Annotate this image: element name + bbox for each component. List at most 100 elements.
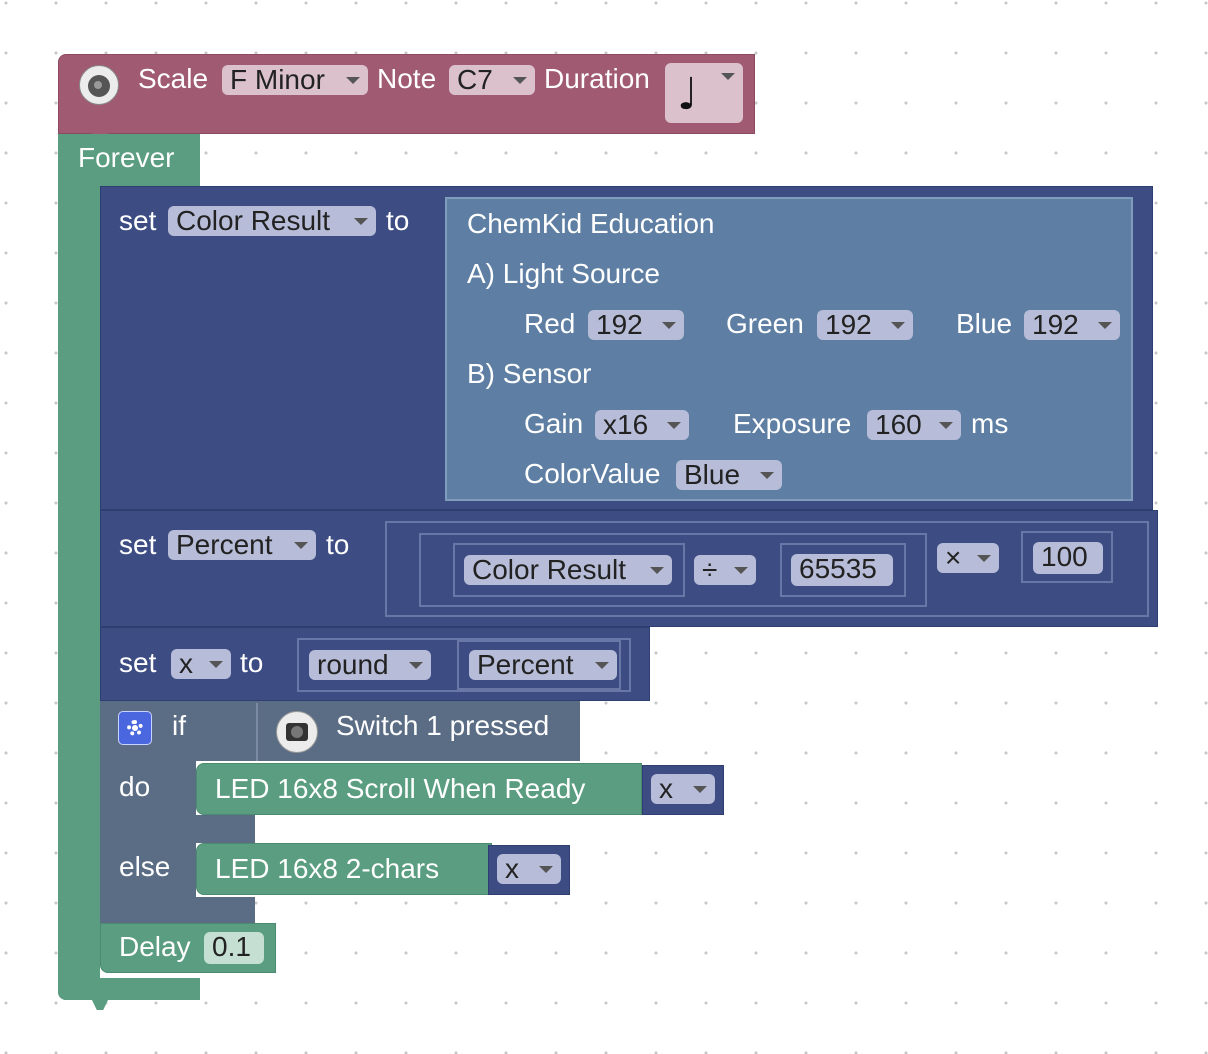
exposure-value: 160	[875, 409, 922, 440]
led-2chars-block[interactable]: LED 16x8 2-chars	[196, 843, 492, 895]
led-2chars-label: LED 16x8 2-chars	[215, 853, 440, 884]
green-dropdown[interactable]: 192	[817, 310, 913, 340]
operand-variable: Color Result	[472, 554, 627, 585]
chevron-down-icon	[693, 786, 707, 793]
colorvalue-value: Blue	[684, 459, 741, 490]
variable-dropdown[interactable]: Color Result	[168, 206, 376, 236]
chevron-down-icon	[939, 422, 953, 429]
do-label: do	[119, 771, 151, 802]
set-color-result-block[interactable]: set Color Result to ChemKid Education A)…	[100, 186, 1153, 510]
red-dropdown[interactable]: 192	[588, 310, 684, 340]
chemkid-title: ChemKid Education	[467, 208, 715, 239]
gain-dropdown[interactable]: x16	[595, 410, 689, 440]
variable-name: Percent	[176, 529, 273, 560]
chevron-down-icon	[650, 567, 664, 574]
scale-label: Scale	[138, 63, 209, 94]
forever-label: Forever	[78, 142, 175, 173]
gear-icon[interactable]	[118, 711, 152, 745]
operand-variable-dropdown[interactable]: Color Result	[464, 555, 672, 585]
gain-label: Gain	[524, 408, 584, 439]
divisor-field[interactable]: 65535	[791, 554, 893, 586]
to-label: to	[240, 647, 264, 678]
play-tone-block[interactable]: Scale F Minor Note C7 Duration ♩	[58, 54, 755, 134]
to-label: to	[386, 205, 410, 236]
blue-label: Blue	[956, 308, 1013, 339]
delay-block[interactable]: Delay 0.1	[100, 923, 276, 973]
chevron-down-icon	[595, 662, 609, 669]
multiplier-field[interactable]: 100	[1033, 542, 1103, 574]
chevron-down-icon	[760, 472, 774, 479]
exposure-dropdown[interactable]: 160	[867, 410, 961, 440]
to-label: to	[326, 529, 350, 560]
set-percent-block[interactable]: set Percent to Color Result ÷ 65535 × 10…	[100, 510, 1158, 627]
round-argument-dropdown[interactable]: Percent	[469, 650, 617, 680]
blue-value: 192	[1032, 309, 1079, 340]
scroll-variable: x	[659, 773, 673, 804]
gain-value: x16	[603, 409, 649, 440]
chevron-down-icon	[977, 555, 991, 562]
connector-tab	[92, 1000, 108, 1010]
else-label: else	[119, 851, 171, 882]
ms-label: ms	[971, 408, 1009, 439]
variable-name: x	[179, 648, 193, 679]
set-label: set	[119, 205, 157, 236]
exposure-label: Exposure	[733, 408, 852, 439]
buzzer-icon	[79, 65, 119, 105]
green-label: Green	[726, 308, 804, 339]
led-scroll-argument[interactable]: x	[642, 765, 724, 815]
note-label: Note	[377, 63, 437, 94]
note-value: C7	[457, 64, 493, 95]
blue-dropdown[interactable]: 192	[1024, 310, 1120, 340]
chevron-down-icon	[354, 218, 368, 225]
variable-dropdown[interactable]: x	[171, 649, 231, 679]
multiply-operator-dropdown[interactable]: ×	[937, 543, 999, 573]
colorvalue-dropdown[interactable]: Blue	[676, 460, 782, 490]
chevron-down-icon	[209, 661, 223, 668]
variable-dropdown[interactable]: Percent	[168, 530, 316, 560]
if-label: if	[172, 710, 186, 741]
red-value: 192	[596, 309, 643, 340]
led-scroll-block[interactable]: LED 16x8 Scroll When Ready	[196, 763, 642, 815]
chevron-down-icon	[662, 322, 676, 329]
divisor-value: 65535	[799, 553, 877, 584]
round-function-dropdown[interactable]: round	[309, 650, 431, 680]
scroll-variable-dropdown[interactable]: x	[651, 774, 715, 804]
divide-operator-dropdown[interactable]: ÷	[694, 555, 756, 585]
chevron-down-icon	[891, 322, 905, 329]
chars-variable: x	[505, 853, 519, 884]
set-label: set	[119, 529, 157, 560]
divide-operator: ÷	[702, 554, 718, 585]
delay-label: Delay	[119, 931, 191, 962]
light-source-heading: A) Light Source	[467, 258, 660, 289]
chevron-down-icon	[721, 73, 735, 80]
chevron-down-icon	[409, 662, 423, 669]
set-label: set	[119, 647, 157, 678]
sensor-heading: B) Sensor	[467, 358, 592, 389]
round-argument: Percent	[477, 649, 574, 680]
set-x-block[interactable]: set x to round Percent	[100, 627, 650, 701]
delay-value-field[interactable]: 0.1	[204, 932, 264, 964]
green-value: 192	[825, 309, 872, 340]
chars-variable-dropdown[interactable]: x	[497, 854, 561, 884]
delay-value: 0.1	[212, 931, 251, 962]
round-function: round	[317, 649, 389, 680]
chevron-down-icon	[667, 422, 681, 429]
chevron-down-icon	[734, 567, 748, 574]
duration-dropdown[interactable]: ♩	[665, 63, 743, 123]
chemkid-color-sensor-block[interactable]: ChemKid Education A) Light Source Red 19…	[445, 197, 1133, 501]
variable-name: Color Result	[176, 205, 331, 236]
chevron-down-icon	[513, 77, 527, 84]
chevron-down-icon	[539, 866, 553, 873]
note-dropdown[interactable]: C7	[449, 65, 535, 95]
multiply-operator: ×	[945, 542, 962, 573]
duration-label: Duration	[544, 63, 650, 94]
led-2chars-argument[interactable]: x	[488, 845, 570, 895]
colorvalue-label: ColorValue	[524, 458, 661, 489]
switch-condition-block[interactable]: Switch 1 pressed	[256, 703, 578, 761]
switch-condition-label: Switch 1 pressed	[336, 710, 550, 741]
button-switch-icon	[276, 711, 318, 753]
scale-dropdown[interactable]: F Minor	[222, 65, 368, 95]
chevron-down-icon	[1098, 322, 1112, 329]
multiplier-value: 100	[1041, 541, 1088, 572]
chevron-down-icon	[346, 77, 360, 84]
